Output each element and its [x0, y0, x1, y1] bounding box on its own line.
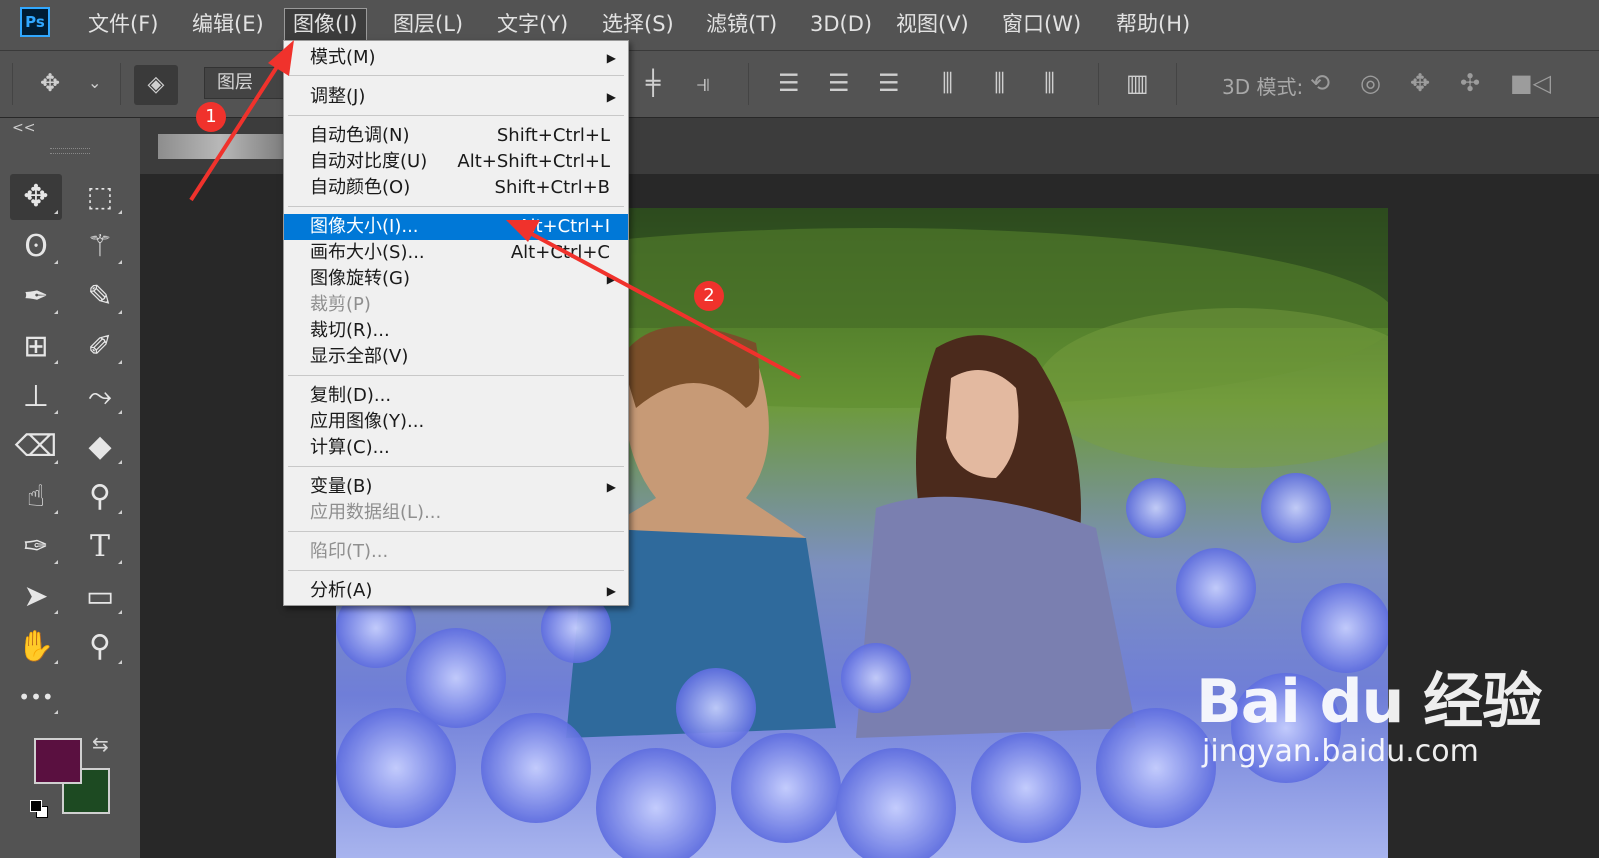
watermark-url: jingyan.baidu.com [1202, 734, 1479, 769]
watermark-logo: Bai du 经验 [1196, 667, 1542, 737]
annotation-badge-2: 2 [694, 281, 724, 311]
annotation-badge-1: 1 [196, 102, 226, 132]
baidu-jingyan-watermark: Bai du 经验 jingyan.baidu.com [1196, 667, 1542, 770]
